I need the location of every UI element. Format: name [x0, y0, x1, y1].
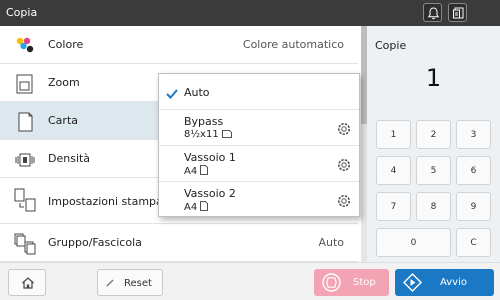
gear-icon[interactable]: [337, 157, 351, 176]
paper-landscape-icon: [221, 130, 232, 138]
gear-icon[interactable]: [337, 121, 351, 140]
collate-icon: [14, 233, 36, 255]
stop-icon: [322, 273, 341, 292]
density-icon: [14, 149, 36, 171]
home-icon: [22, 277, 34, 289]
paper-option-bypass[interactable]: Bypass 8½x11: [159, 110, 359, 146]
key-6[interactable]: 6: [456, 156, 491, 185]
color-dots-icon: [14, 35, 36, 57]
menu-row-colore[interactable]: Colore Colore automatico: [0, 26, 358, 64]
paper-portrait-icon: [200, 201, 209, 211]
paper-option-label: Bypass: [184, 115, 224, 128]
print-settings-icon: [14, 188, 36, 212]
paper-option-auto[interactable]: Auto: [159, 74, 359, 110]
copies-panel: Copie 1 1 2 3 4 5 6 7 8 9 0 C: [367, 26, 500, 262]
key-3[interactable]: 3: [456, 120, 491, 149]
paper-portrait-icon: [200, 165, 209, 175]
key-7[interactable]: 7: [376, 192, 411, 221]
zoom-icon: [14, 73, 36, 95]
menu-row-value: Auto: [318, 236, 344, 249]
paper-icon: [14, 111, 36, 133]
menu-row-label: Impostazioni stampa d: [48, 195, 174, 208]
menu-row-value: Colore automatico: [242, 38, 344, 51]
copies-count: 1: [425, 64, 442, 92]
key-8[interactable]: 8: [416, 192, 451, 221]
checkmark-icon: [166, 85, 178, 104]
paper-option-vassoio-2[interactable]: Vassoio 2 A4: [159, 182, 359, 218]
start-icon: [403, 273, 422, 292]
home-button[interactable]: [8, 269, 46, 296]
start-label: Avvio: [440, 277, 467, 288]
reset-label: Reset: [124, 278, 152, 289]
paper-option-size: A4: [184, 165, 209, 177]
paper-dropdown: Auto Bypass 8½x11 Vassoio 1 A4 Vassoio 2…: [158, 73, 360, 217]
menu-row-label: Densità: [48, 152, 91, 165]
paper-option-label: Vassoio 2: [184, 187, 236, 200]
reset-button[interactable]: Reset: [97, 269, 163, 296]
key-1[interactable]: 1: [376, 120, 411, 149]
gear-icon[interactable]: [337, 193, 351, 212]
copies-label: Copie: [375, 39, 407, 52]
bell-icon[interactable]: [423, 3, 442, 22]
stop-button[interactable]: Stop: [314, 269, 389, 296]
title-bar: Copia: [0, 0, 500, 26]
stop-label: Stop: [353, 277, 376, 288]
bottom-bar: Reset Stop Avvio: [0, 262, 500, 300]
menu-row-label: Carta: [48, 114, 78, 127]
paper-option-label: Vassoio 1: [184, 151, 236, 164]
key-2[interactable]: 2: [416, 120, 451, 149]
key-9[interactable]: 9: [456, 192, 491, 221]
key-0[interactable]: 0: [376, 228, 451, 257]
paper-option-label: Auto: [184, 86, 210, 99]
key-clear[interactable]: C: [456, 228, 491, 257]
start-button[interactable]: Avvio: [395, 269, 494, 296]
app-title: Copia: [6, 6, 38, 19]
key-4[interactable]: 4: [376, 156, 411, 185]
job-status-icon[interactable]: [448, 3, 467, 22]
menu-row-label: Gruppo/Fascicola: [48, 236, 142, 249]
paper-option-size: A4: [184, 201, 209, 213]
paper-option-vassoio-1[interactable]: Vassoio 1 A4: [159, 146, 359, 182]
menu-row-gruppo-fascicola[interactable]: Gruppo/Fascicola Auto: [0, 224, 358, 262]
paper-option-size: 8½x11: [184, 129, 232, 140]
menu-row-label: Colore: [48, 38, 84, 51]
menu-row-label: Zoom: [48, 76, 80, 89]
key-5[interactable]: 5: [416, 156, 451, 185]
reset-icon: [106, 279, 114, 287]
